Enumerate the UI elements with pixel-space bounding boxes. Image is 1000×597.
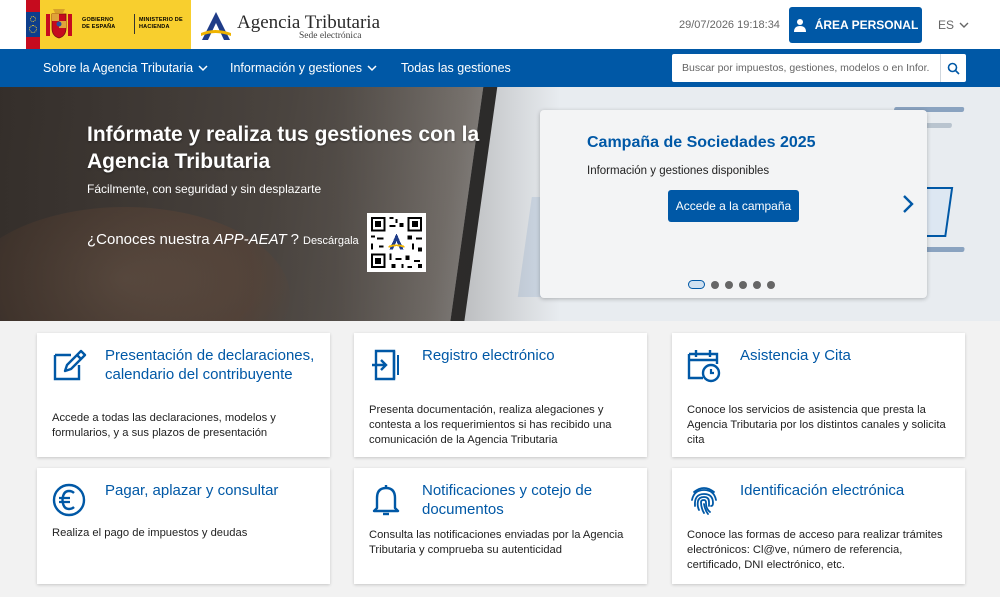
card-asistencia-cita[interactable]: Asistencia y Cita Conoce los servicios d… — [672, 333, 965, 457]
document-entry-icon — [372, 349, 399, 381]
services-section: Presentación de declaraciones, calendari… — [0, 321, 1000, 597]
card-title: Pagar, aplazar y consultar — [105, 482, 279, 499]
nav-item-label: Todas las gestiones — [401, 61, 511, 75]
app-name: APP-AEAT — [213, 231, 287, 248]
search-input[interactable] — [672, 54, 940, 82]
chevron-right-icon[interactable] — [898, 192, 918, 216]
carousel-dot[interactable] — [767, 280, 775, 289]
ministry-label: MINISTERIO DE HACIENDA — [139, 17, 183, 30]
qr-code-icon[interactable] — [367, 213, 426, 272]
hero-subtitle: Fácilmente, con seguridad y sin desplaza… — [87, 182, 322, 196]
card-description: Presenta documentación, realiza alegacio… — [369, 404, 612, 446]
user-icon — [793, 19, 806, 32]
agencia-tributaria-logo-icon[interactable] — [199, 10, 233, 42]
area-personal-button[interactable]: ÁREA PERSONAL — [789, 7, 922, 43]
card-title: Registro electrónico — [422, 347, 555, 364]
carousel-dot[interactable] — [725, 280, 733, 289]
card-description: Conoce las formas de acceso para realiza… — [687, 529, 943, 571]
nav-item-sobre-agencia[interactable]: Sobre la Agencia Tributaria — [43, 61, 208, 75]
chevron-down-icon — [367, 65, 377, 72]
app-promo-prefix: ¿Conoces nuestra — [87, 231, 210, 248]
nav-item-informacion-gestiones[interactable]: Información y gestiones — [230, 61, 377, 75]
card-registro-electronico[interactable]: Registro electrónico Presenta documentac… — [354, 333, 647, 457]
campaign-access-button[interactable]: Accede a la campaña — [668, 190, 799, 222]
government-label: GOBIERNO DE ESPAÑA — [82, 17, 116, 30]
carousel-dot[interactable] — [711, 280, 719, 289]
language-selector[interactable]: ES — [938, 18, 969, 32]
hero-banner: Infórmate y realiza tus gestiones con la… — [0, 87, 1000, 321]
card-description: Realiza el pago de impuestos y deudas — [52, 527, 248, 539]
language-label: ES — [938, 18, 955, 32]
euro-icon — [52, 483, 86, 517]
edit-form-icon — [53, 349, 87, 381]
fingerprint-icon — [691, 487, 717, 515]
campaign-title: Campaña de Sociedades 2025 — [587, 134, 816, 151]
hero-title: Infórmate y realiza tus gestiones con la… — [87, 123, 480, 173]
brand-subtitle: Sede electrónica — [299, 31, 362, 41]
card-description: Conoce los servicios de asistencia que p… — [687, 404, 946, 446]
card-title: Presentación de declaraciones, calendari… — [105, 347, 315, 383]
campaign-subtitle: Información y gestiones disponibles — [587, 165, 770, 177]
spain-flag-icon — [26, 0, 40, 49]
carousel-dot[interactable] — [753, 280, 761, 289]
card-presentacion-declaraciones[interactable]: Presentación de declaraciones, calendari… — [37, 333, 330, 457]
card-notificaciones-cotejo[interactable]: Notificaciones y cotejo de documentos Co… — [354, 468, 647, 584]
card-title: Identificación electrónica — [740, 482, 905, 499]
current-datetime: 29/07/2026 19:18:34 — [679, 19, 780, 31]
nav-item-label: Sobre la Agencia Tributaria — [43, 61, 194, 75]
card-description: Accede a todas las declaraciones, modelo… — [52, 412, 276, 439]
government-logo[interactable]: GOBIERNO DE ESPAÑA MINISTERIO DE HACIEND… — [26, 0, 191, 49]
app-promo: ¿Conoces nuestra APP-AEAT? Descárgala — [87, 231, 359, 248]
card-title: Notificaciones y cotejo de documentos — [422, 482, 593, 518]
app-promo-suffix: ? — [290, 231, 299, 248]
bell-icon — [372, 485, 400, 516]
carousel-indicators — [688, 280, 775, 289]
chevron-down-icon — [198, 65, 208, 72]
card-pagar-aplazar[interactable]: Pagar, aplazar y consultar Realiza el pa… — [37, 468, 330, 584]
search-icon — [947, 62, 960, 75]
search-box — [672, 54, 966, 82]
card-title: Asistencia y Cita — [740, 347, 851, 364]
card-description: Consulta las notificaciones enviadas por… — [369, 529, 624, 556]
nav-item-label: Información y gestiones — [230, 61, 363, 75]
site-header: GOBIERNO DE ESPAÑA MINISTERIO DE HACIEND… — [0, 0, 1000, 49]
carousel-dot[interactable] — [739, 280, 747, 289]
chevron-down-icon — [959, 22, 969, 28]
calendar-clock-icon — [687, 350, 721, 383]
search-button[interactable] — [940, 54, 966, 82]
main-navigation: Sobre la Agencia Tributaria Información … — [0, 49, 1000, 87]
campaign-carousel: Campaña de Sociedades 2025 Información y… — [540, 110, 927, 298]
carousel-dot[interactable] — [688, 280, 705, 289]
card-identificacion-electronica[interactable]: Identificación electrónica Conoce las fo… — [672, 468, 965, 584]
coat-of-arms-icon — [46, 9, 72, 39]
app-download-link[interactable]: Descárgala — [303, 235, 359, 247]
area-personal-label: ÁREA PERSONAL — [814, 18, 919, 32]
nav-item-todas-gestiones[interactable]: Todas las gestiones — [401, 61, 511, 75]
